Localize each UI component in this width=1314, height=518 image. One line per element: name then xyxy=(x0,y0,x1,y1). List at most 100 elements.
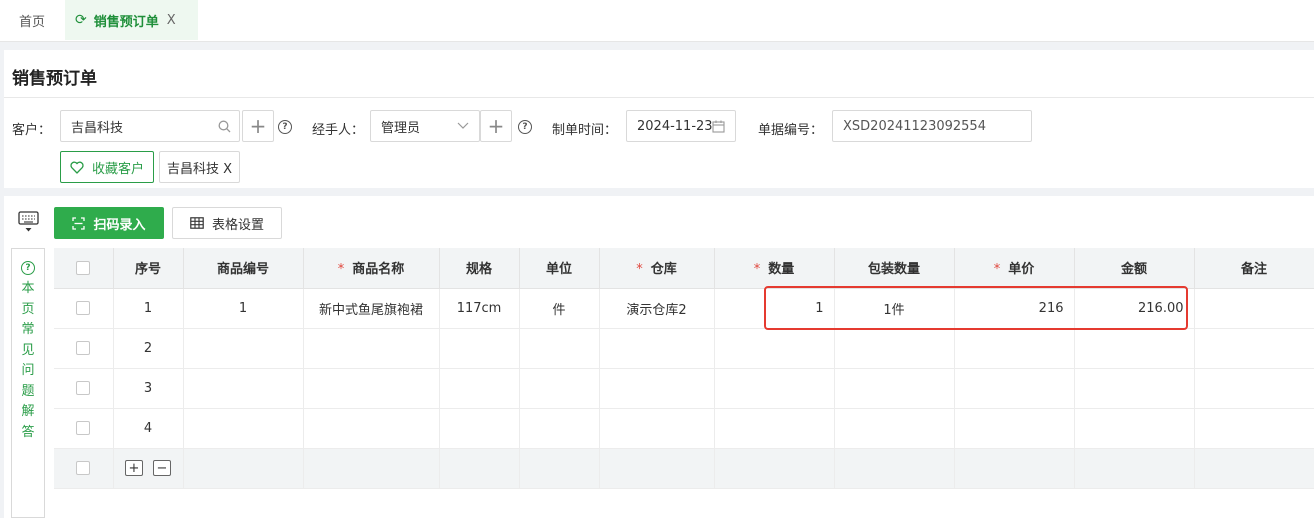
cell-unit[interactable]: 件 xyxy=(519,288,600,329)
tab-home[interactable]: 首页 xyxy=(0,0,64,40)
table-row[interactable]: 2 xyxy=(54,328,1314,369)
col-header-remark: 备注 xyxy=(1194,248,1314,289)
table-row[interactable]: 3 xyxy=(54,368,1314,409)
row-select-cell[interactable] xyxy=(54,408,114,449)
cell-remark[interactable] xyxy=(1194,288,1314,329)
cell-pack[interactable]: 1件 xyxy=(834,288,955,329)
footer-select-cell[interactable] xyxy=(54,448,114,489)
row-select-cell[interactable] xyxy=(54,328,114,369)
cell-amount[interactable] xyxy=(1074,408,1195,449)
col-header-code: 商品编号 xyxy=(183,248,304,289)
add-row-icon[interactable]: + xyxy=(125,460,143,476)
date-input[interactable]: 2024-11-23 xyxy=(626,110,736,142)
remove-row-icon[interactable]: − xyxy=(153,460,171,476)
cell-seq: 4 xyxy=(113,408,184,449)
cell-pack[interactable] xyxy=(834,408,955,449)
customer-value: 吉昌科技 xyxy=(71,120,124,136)
cell-qty[interactable]: 1 xyxy=(714,288,835,329)
cell-price[interactable] xyxy=(954,368,1075,409)
scan-entry-button[interactable]: 扫码录入 xyxy=(54,207,164,239)
cell-warehouse[interactable] xyxy=(599,328,715,369)
row-checkbox[interactable] xyxy=(76,341,91,355)
cell-pack[interactable] xyxy=(834,368,955,409)
row-actions-cell: + − xyxy=(113,448,184,489)
footer-cell xyxy=(183,448,304,489)
customer-input[interactable]: 吉昌科技 xyxy=(60,110,240,142)
cell-spec[interactable] xyxy=(439,368,520,409)
cell-warehouse[interactable]: 演示仓库2 xyxy=(599,288,715,329)
row-checkbox[interactable] xyxy=(76,301,91,315)
col-header-amount: 金额 xyxy=(1074,248,1195,289)
cell-unit[interactable] xyxy=(519,368,600,409)
row-select-cell[interactable] xyxy=(54,288,114,329)
cell-name[interactable]: 新中式鱼尾旗袍裙 xyxy=(303,288,440,329)
favorite-customer-button[interactable]: 收藏客户 xyxy=(60,151,154,183)
table-settings-label: 表格设置 xyxy=(211,217,264,233)
cell-name[interactable] xyxy=(303,368,440,409)
close-icon[interactable]: X xyxy=(167,13,176,28)
heart-icon xyxy=(70,161,84,174)
add-customer-button[interactable]: + xyxy=(242,110,274,142)
col-header-qty: * 数量 xyxy=(714,248,835,289)
cell-spec[interactable] xyxy=(439,408,520,449)
help-icon[interactable]: ? xyxy=(278,120,292,134)
cell-warehouse[interactable] xyxy=(599,368,715,409)
cell-name[interactable] xyxy=(303,408,440,449)
cell-qty[interactable] xyxy=(714,408,835,449)
faq-text: 本页常见问题解答 xyxy=(21,281,35,440)
cell-remark[interactable] xyxy=(1194,368,1314,409)
add-handler-button[interactable]: + xyxy=(480,110,512,142)
cell-qty[interactable] xyxy=(714,368,835,409)
table-row[interactable]: 4 xyxy=(54,408,1314,449)
doc-no-input[interactable]: XSD20241123092554 xyxy=(832,110,1032,142)
row-select-cell[interactable] xyxy=(54,368,114,409)
cell-name[interactable] xyxy=(303,328,440,369)
select-all-cell[interactable] xyxy=(54,248,114,289)
cell-seq: 1 xyxy=(113,288,184,329)
faq-sidebar[interactable]: ? 本页常见问题解答 xyxy=(11,248,45,518)
table-settings-button[interactable]: 表格设置 xyxy=(172,207,282,239)
favorite-customer-label: 收藏客户 xyxy=(91,161,144,177)
cell-code[interactable] xyxy=(183,368,304,409)
customer-tag[interactable]: 吉昌科技 X xyxy=(159,151,240,183)
calendar-icon[interactable] xyxy=(712,120,725,133)
cell-price[interactable]: 216 xyxy=(954,288,1075,329)
cell-amount[interactable]: 216.00 xyxy=(1074,288,1195,329)
row-checkbox[interactable] xyxy=(76,381,91,395)
cell-remark[interactable] xyxy=(1194,408,1314,449)
cell-warehouse[interactable] xyxy=(599,408,715,449)
cell-qty[interactable] xyxy=(714,328,835,369)
table-icon xyxy=(190,217,204,229)
footer-cell xyxy=(439,448,520,489)
cell-amount[interactable] xyxy=(1074,368,1195,409)
footer-cell xyxy=(599,448,715,489)
cell-code[interactable]: 1 xyxy=(183,288,304,329)
header-panel: 销售预订单 客户： 吉昌科技 + ? 经手人： 管理员 + ? 制单时间： 20… xyxy=(4,50,1314,188)
page-title: 销售预订单 xyxy=(12,69,97,89)
cell-seq: 2 xyxy=(113,328,184,369)
footer-cell xyxy=(303,448,440,489)
col-header-name: * 商品名称 xyxy=(303,248,440,289)
cell-code[interactable] xyxy=(183,328,304,369)
cell-price[interactable] xyxy=(954,408,1075,449)
cell-unit[interactable] xyxy=(519,328,600,369)
tab-sales-preorder[interactable]: ⟳ 销售预订单 X xyxy=(65,0,198,40)
cell-unit[interactable] xyxy=(519,408,600,449)
cell-code[interactable] xyxy=(183,408,304,449)
cell-remark[interactable] xyxy=(1194,328,1314,369)
cell-spec[interactable]: 117cm xyxy=(439,288,520,329)
table-row[interactable]: 1 1 新中式鱼尾旗袍裙 117cm 件 演示仓库2 1 1件 216 216.… xyxy=(54,288,1314,329)
col-header-qty-label: 数量 xyxy=(768,262,795,278)
search-icon[interactable] xyxy=(218,120,231,133)
select-all-checkbox[interactable] xyxy=(76,260,91,275)
row-checkbox[interactable] xyxy=(76,421,91,435)
cell-spec[interactable] xyxy=(439,328,520,369)
cell-price[interactable] xyxy=(954,328,1075,369)
footer-checkbox[interactable] xyxy=(76,461,91,475)
refresh-icon[interactable]: ⟳ xyxy=(75,12,87,28)
cell-pack[interactable] xyxy=(834,328,955,369)
keyboard-icon[interactable] xyxy=(18,210,40,234)
handler-select[interactable]: 管理员 xyxy=(370,110,480,142)
help-icon[interactable]: ? xyxy=(518,120,532,134)
cell-amount[interactable] xyxy=(1074,328,1195,369)
